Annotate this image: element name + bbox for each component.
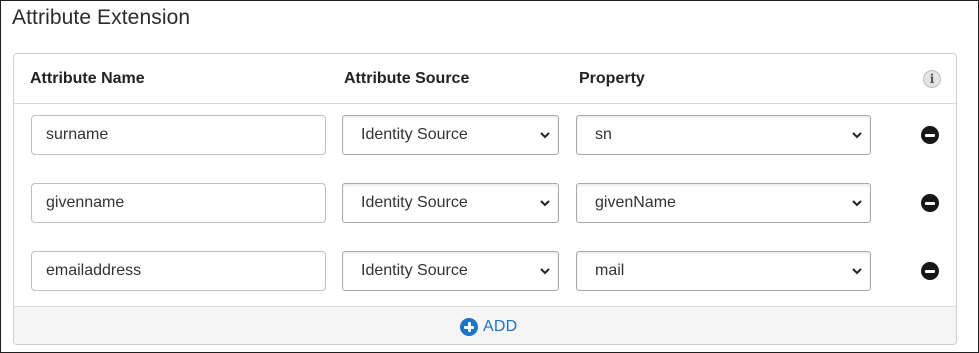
chevron-down-icon — [540, 132, 550, 139]
chevron-down-icon — [852, 268, 862, 275]
chevron-down-icon — [852, 200, 862, 207]
attribute-name-input[interactable]: givenname — [31, 183, 326, 223]
table-row: emailaddress Identity Source mail — [14, 251, 956, 293]
column-header-attribute-source: Attribute Source — [344, 70, 470, 87]
attribute-table: Attribute Name Attribute Source Property… — [13, 53, 957, 345]
property-select[interactable]: givenName — [576, 183, 871, 223]
property-value: mail — [595, 262, 625, 279]
property-select[interactable]: sn — [576, 115, 871, 155]
add-button-label: ADD — [483, 318, 518, 335]
remove-row-button[interactable] — [921, 194, 939, 212]
property-value: sn — [595, 126, 612, 143]
add-attribute-button[interactable]: ADD — [460, 317, 517, 337]
column-header-property: Property — [579, 70, 645, 87]
section-title: Attribute Extension — [12, 6, 191, 29]
table-row: surname Identity Source sn — [14, 115, 956, 157]
column-header-attribute-name: Attribute Name — [30, 70, 145, 87]
table-footer: ADD — [14, 306, 956, 344]
chevron-down-icon — [540, 200, 550, 207]
attribute-source-value: Identity Source — [361, 194, 468, 211]
attribute-source-select[interactable]: Identity Source — [342, 183, 559, 223]
info-icon[interactable]: i — [923, 70, 941, 88]
remove-row-button[interactable] — [921, 262, 939, 280]
attribute-source-value: Identity Source — [361, 126, 468, 143]
attribute-name-input[interactable]: emailaddress — [31, 251, 326, 291]
attribute-extension-frame: Attribute Extension Attribute Name Attri… — [0, 0, 979, 353]
remove-row-button[interactable] — [921, 126, 939, 144]
attribute-name-input[interactable]: surname — [31, 115, 326, 155]
plus-circle-icon — [460, 318, 478, 336]
property-value: givenName — [595, 194, 676, 211]
property-select[interactable]: mail — [576, 251, 871, 291]
chevron-down-icon — [540, 268, 550, 275]
attribute-source-select[interactable]: Identity Source — [342, 251, 559, 291]
table-header: Attribute Name Attribute Source Property… — [14, 54, 956, 104]
table-row: givenname Identity Source givenName — [14, 183, 956, 225]
attribute-source-value: Identity Source — [361, 262, 468, 279]
attribute-source-select[interactable]: Identity Source — [342, 115, 559, 155]
chevron-down-icon — [852, 132, 862, 139]
